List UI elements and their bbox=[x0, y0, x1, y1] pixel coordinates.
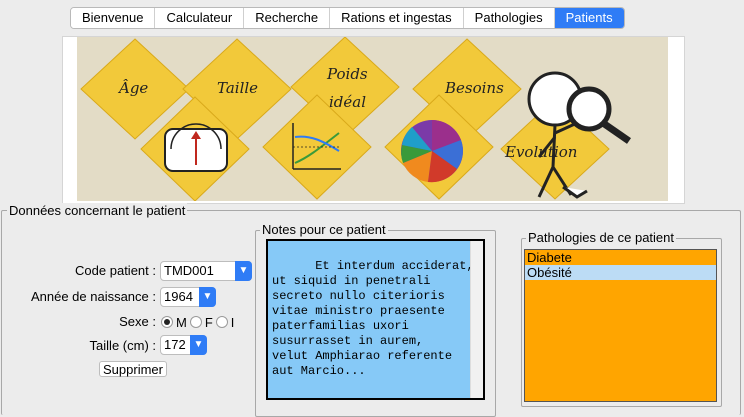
notes-scrollbar[interactable] bbox=[470, 241, 483, 398]
notes-textarea[interactable]: Et interdum acciderat, ut siquid in pene… bbox=[266, 239, 485, 400]
label-age: Âge bbox=[117, 79, 148, 97]
pathologies-legend: Pathologies de ce patient bbox=[526, 230, 676, 245]
pathology-item-diabete[interactable]: Diabete bbox=[525, 250, 716, 265]
sexe-label-m: M bbox=[176, 314, 187, 330]
sexe-label-f: F bbox=[204, 314, 213, 330]
pathology-item-obesite[interactable]: Obésité bbox=[525, 265, 716, 280]
annee-label: Année de naissance : bbox=[30, 289, 156, 304]
delete-patient-button[interactable]: Supprimer bbox=[99, 361, 167, 377]
sexe-radio-m[interactable] bbox=[161, 316, 173, 328]
notes-legend: Notes pour ce patient bbox=[260, 222, 388, 237]
chevron-down-icon: ▼ bbox=[235, 261, 252, 281]
chevron-down-icon: ▼ bbox=[190, 335, 207, 355]
tab-calculateur[interactable]: Calculateur bbox=[155, 8, 245, 28]
taille-select[interactable]: 172 ▼ bbox=[160, 335, 207, 355]
patient-group: Données concernant le patient Code patie… bbox=[1, 203, 741, 417]
notes-text: Et interdum acciderat, ut siquid in pene… bbox=[272, 259, 474, 378]
tab-pathologies[interactable]: Pathologies bbox=[463, 8, 555, 28]
annee-value: 1964 bbox=[164, 289, 193, 304]
tab-patients[interactable]: Patients bbox=[554, 8, 624, 28]
banner-illustration: Âge Taille Poids idéal Besoins Evolution bbox=[62, 36, 685, 204]
sexe-radio-group: M F I bbox=[161, 313, 237, 331]
tab-rations[interactable]: Rations et ingestas bbox=[330, 8, 464, 28]
code-patient-select[interactable]: TMD001 ▼ bbox=[160, 261, 252, 281]
label-evolution: Evolution bbox=[504, 143, 577, 161]
tab-recherche[interactable]: Recherche bbox=[244, 8, 331, 28]
banner-background: Âge Taille Poids idéal Besoins Evolution bbox=[77, 37, 668, 201]
sexe-radio-f[interactable] bbox=[189, 316, 202, 328]
code-patient-value: TMD001 bbox=[164, 263, 214, 278]
banner-art: Âge Taille Poids idéal Besoins Evolution bbox=[80, 37, 631, 201]
sexe-label: Sexe : bbox=[119, 314, 156, 329]
patient-legend: Données concernant le patient bbox=[7, 203, 188, 218]
notes-group: Notes pour ce patient Et interdum accide… bbox=[255, 222, 496, 417]
label-besoins: Besoins bbox=[444, 79, 504, 97]
scale-icon bbox=[164, 123, 228, 172]
pathologies-group: Pathologies de ce patient Diabete Obésit… bbox=[521, 230, 722, 407]
taille-value: 172 bbox=[164, 337, 186, 352]
tab-bienvenue[interactable]: Bienvenue bbox=[71, 8, 156, 28]
code-patient-label: Code patient : bbox=[75, 263, 156, 278]
sexe-label-i: I bbox=[230, 314, 235, 330]
label-taille: Taille bbox=[217, 79, 258, 97]
taille-label: Taille (cm) : bbox=[89, 338, 156, 353]
chevron-down-icon: ▼ bbox=[199, 287, 216, 307]
label-poids: Poids bbox=[326, 65, 368, 83]
annee-select[interactable]: 1964 ▼ bbox=[160, 287, 216, 307]
tab-group: Bienvenue Calculateur Recherche Rations … bbox=[70, 7, 625, 29]
tab-bar: Bienvenue Calculateur Recherche Rations … bbox=[0, 0, 744, 36]
sexe-radio-i[interactable] bbox=[215, 316, 228, 328]
pathologies-list[interactable]: Diabete Obésité bbox=[524, 249, 717, 402]
label-ideal: idéal bbox=[329, 93, 366, 111]
pie-icon bbox=[401, 119, 463, 183]
